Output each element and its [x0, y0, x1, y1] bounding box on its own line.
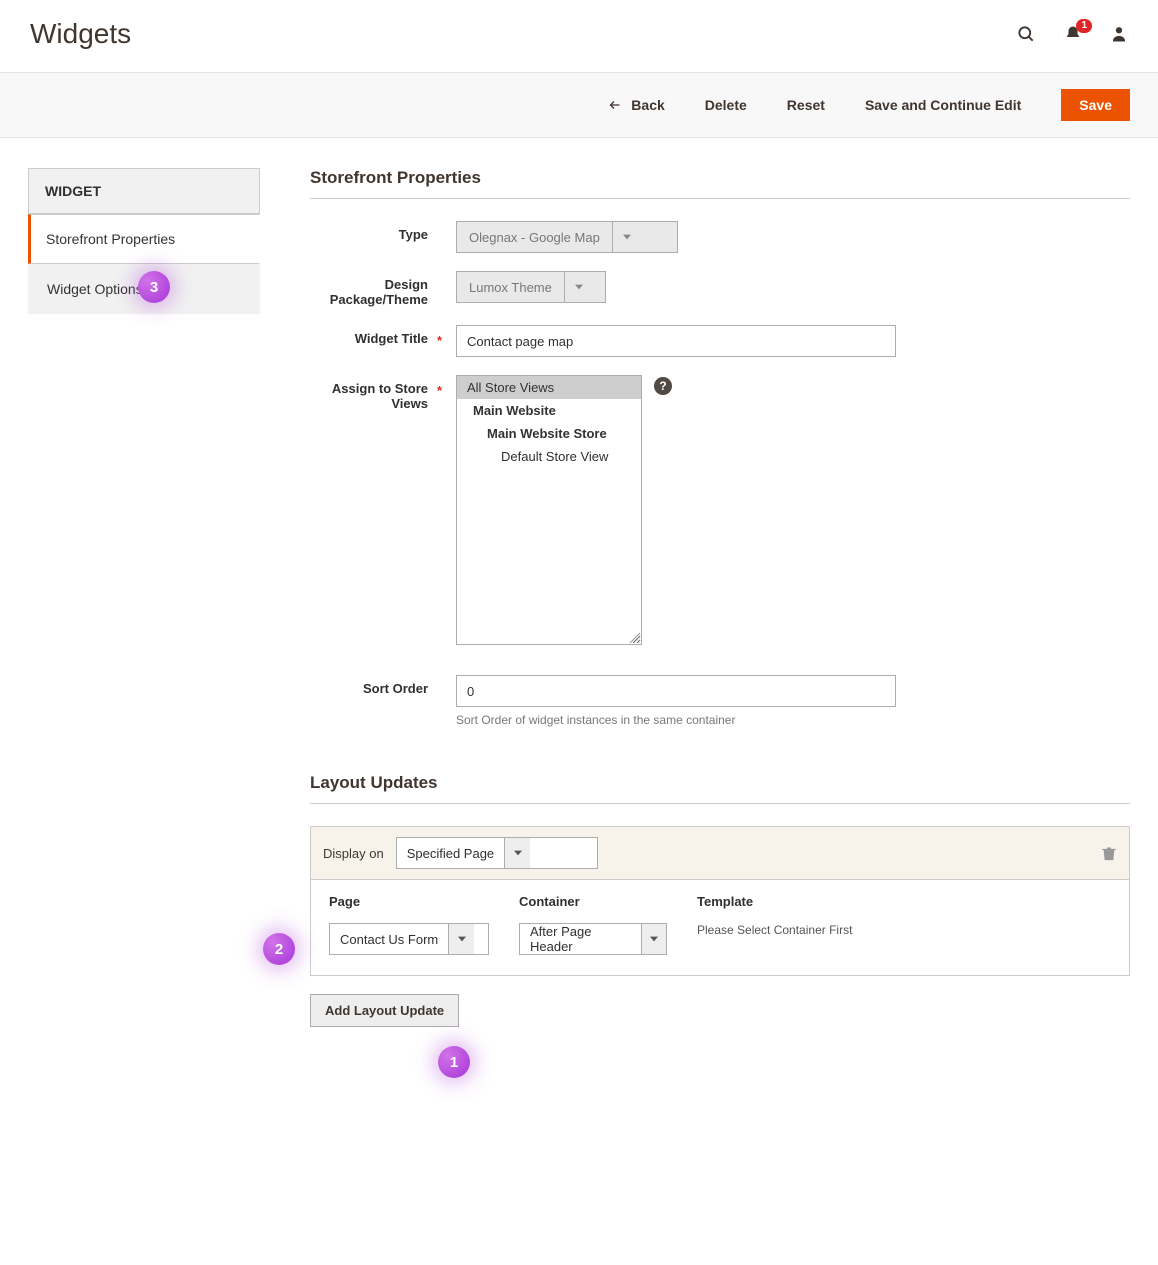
- back-button[interactable]: Back: [607, 97, 664, 113]
- label-container: Container: [519, 894, 667, 909]
- annotation-callout-1: 1: [438, 1046, 470, 1078]
- save-continue-button[interactable]: Save and Continue Edit: [865, 97, 1021, 113]
- layout-col-container: Container After Page Header: [519, 894, 667, 955]
- template-hint: Please Select Container First: [697, 923, 852, 937]
- label-template: Template: [697, 894, 852, 909]
- layout-col-template: Template Please Select Container First: [697, 894, 852, 937]
- label-theme: Design Package/Theme: [310, 271, 456, 307]
- notifications-badge: 1: [1076, 19, 1092, 33]
- container-select[interactable]: After Page Header: [519, 923, 667, 955]
- sort-order-input[interactable]: [456, 675, 896, 707]
- add-layout-update-button[interactable]: Add Layout Update: [310, 994, 459, 1027]
- annotation-callout-2: 2: [263, 933, 295, 965]
- type-select: Olegnax - Google Map: [456, 221, 678, 253]
- label-sort-order: Sort Order: [310, 675, 456, 727]
- chevron-down-icon: [504, 838, 530, 868]
- type-value: Olegnax - Google Map: [457, 222, 612, 252]
- store-option-view[interactable]: Default Store View: [457, 445, 641, 468]
- save-button[interactable]: Save: [1061, 89, 1130, 121]
- page-select[interactable]: Contact Us Form: [329, 923, 489, 955]
- delete-button[interactable]: Delete: [705, 97, 747, 113]
- label-type: Type: [310, 221, 456, 253]
- action-toolbar: Back Delete Reset Save and Continue Edit…: [0, 72, 1158, 138]
- resize-handle-icon[interactable]: [629, 632, 641, 644]
- sidebar-item-storefront-properties[interactable]: Storefront Properties: [28, 214, 260, 264]
- delete-layout-icon[interactable]: [1101, 845, 1117, 862]
- layout-update-row: Display on Specified Page Page Contact U…: [310, 826, 1130, 976]
- store-option-all[interactable]: All Store Views: [457, 376, 641, 399]
- display-on-select[interactable]: Specified Page: [396, 837, 598, 869]
- chevron-down-icon: [612, 222, 642, 252]
- label-display-on: Display on: [323, 846, 384, 861]
- store-views-multiselect[interactable]: All Store Views Main Website Main Websit…: [456, 375, 642, 645]
- label-assign-stores: Assign to Store Views*: [310, 375, 456, 645]
- chevron-down-icon: [641, 924, 666, 954]
- container-value: After Page Header: [520, 924, 641, 954]
- help-icon[interactable]: ?: [654, 377, 672, 395]
- page-value: Contact Us Form: [330, 924, 448, 954]
- chevron-down-icon: [448, 924, 474, 954]
- section-title-storefront: Storefront Properties: [310, 168, 1130, 199]
- main-panel: Storefront Properties Type Olegnax - Goo…: [310, 168, 1130, 1027]
- label-widget-title: Widget Title*: [310, 325, 456, 357]
- layout-col-page: Page Contact Us Form: [329, 894, 489, 955]
- display-on-value: Specified Page: [397, 838, 504, 868]
- reset-button[interactable]: Reset: [787, 97, 825, 113]
- annotation-callout-3: 3: [138, 271, 170, 303]
- widget-title-input[interactable]: [456, 325, 896, 357]
- header-actions: 1: [1016, 24, 1128, 44]
- chevron-down-icon: [564, 272, 594, 302]
- back-label: Back: [631, 97, 664, 113]
- store-option-website[interactable]: Main Website: [457, 399, 641, 422]
- search-icon[interactable]: [1016, 24, 1036, 44]
- section-title-layouts: Layout Updates: [310, 773, 1130, 804]
- theme-value: Lumox Theme: [457, 272, 564, 302]
- sort-order-hint: Sort Order of widget instances in the sa…: [456, 713, 1130, 727]
- sidebar-header: WIDGET: [28, 168, 260, 214]
- theme-select: Lumox Theme: [456, 271, 606, 303]
- account-icon[interactable]: [1110, 25, 1128, 43]
- label-page: Page: [329, 894, 489, 909]
- notifications-icon[interactable]: 1: [1064, 25, 1082, 43]
- page-title: Widgets: [30, 18, 131, 50]
- store-option-store[interactable]: Main Website Store: [457, 422, 641, 445]
